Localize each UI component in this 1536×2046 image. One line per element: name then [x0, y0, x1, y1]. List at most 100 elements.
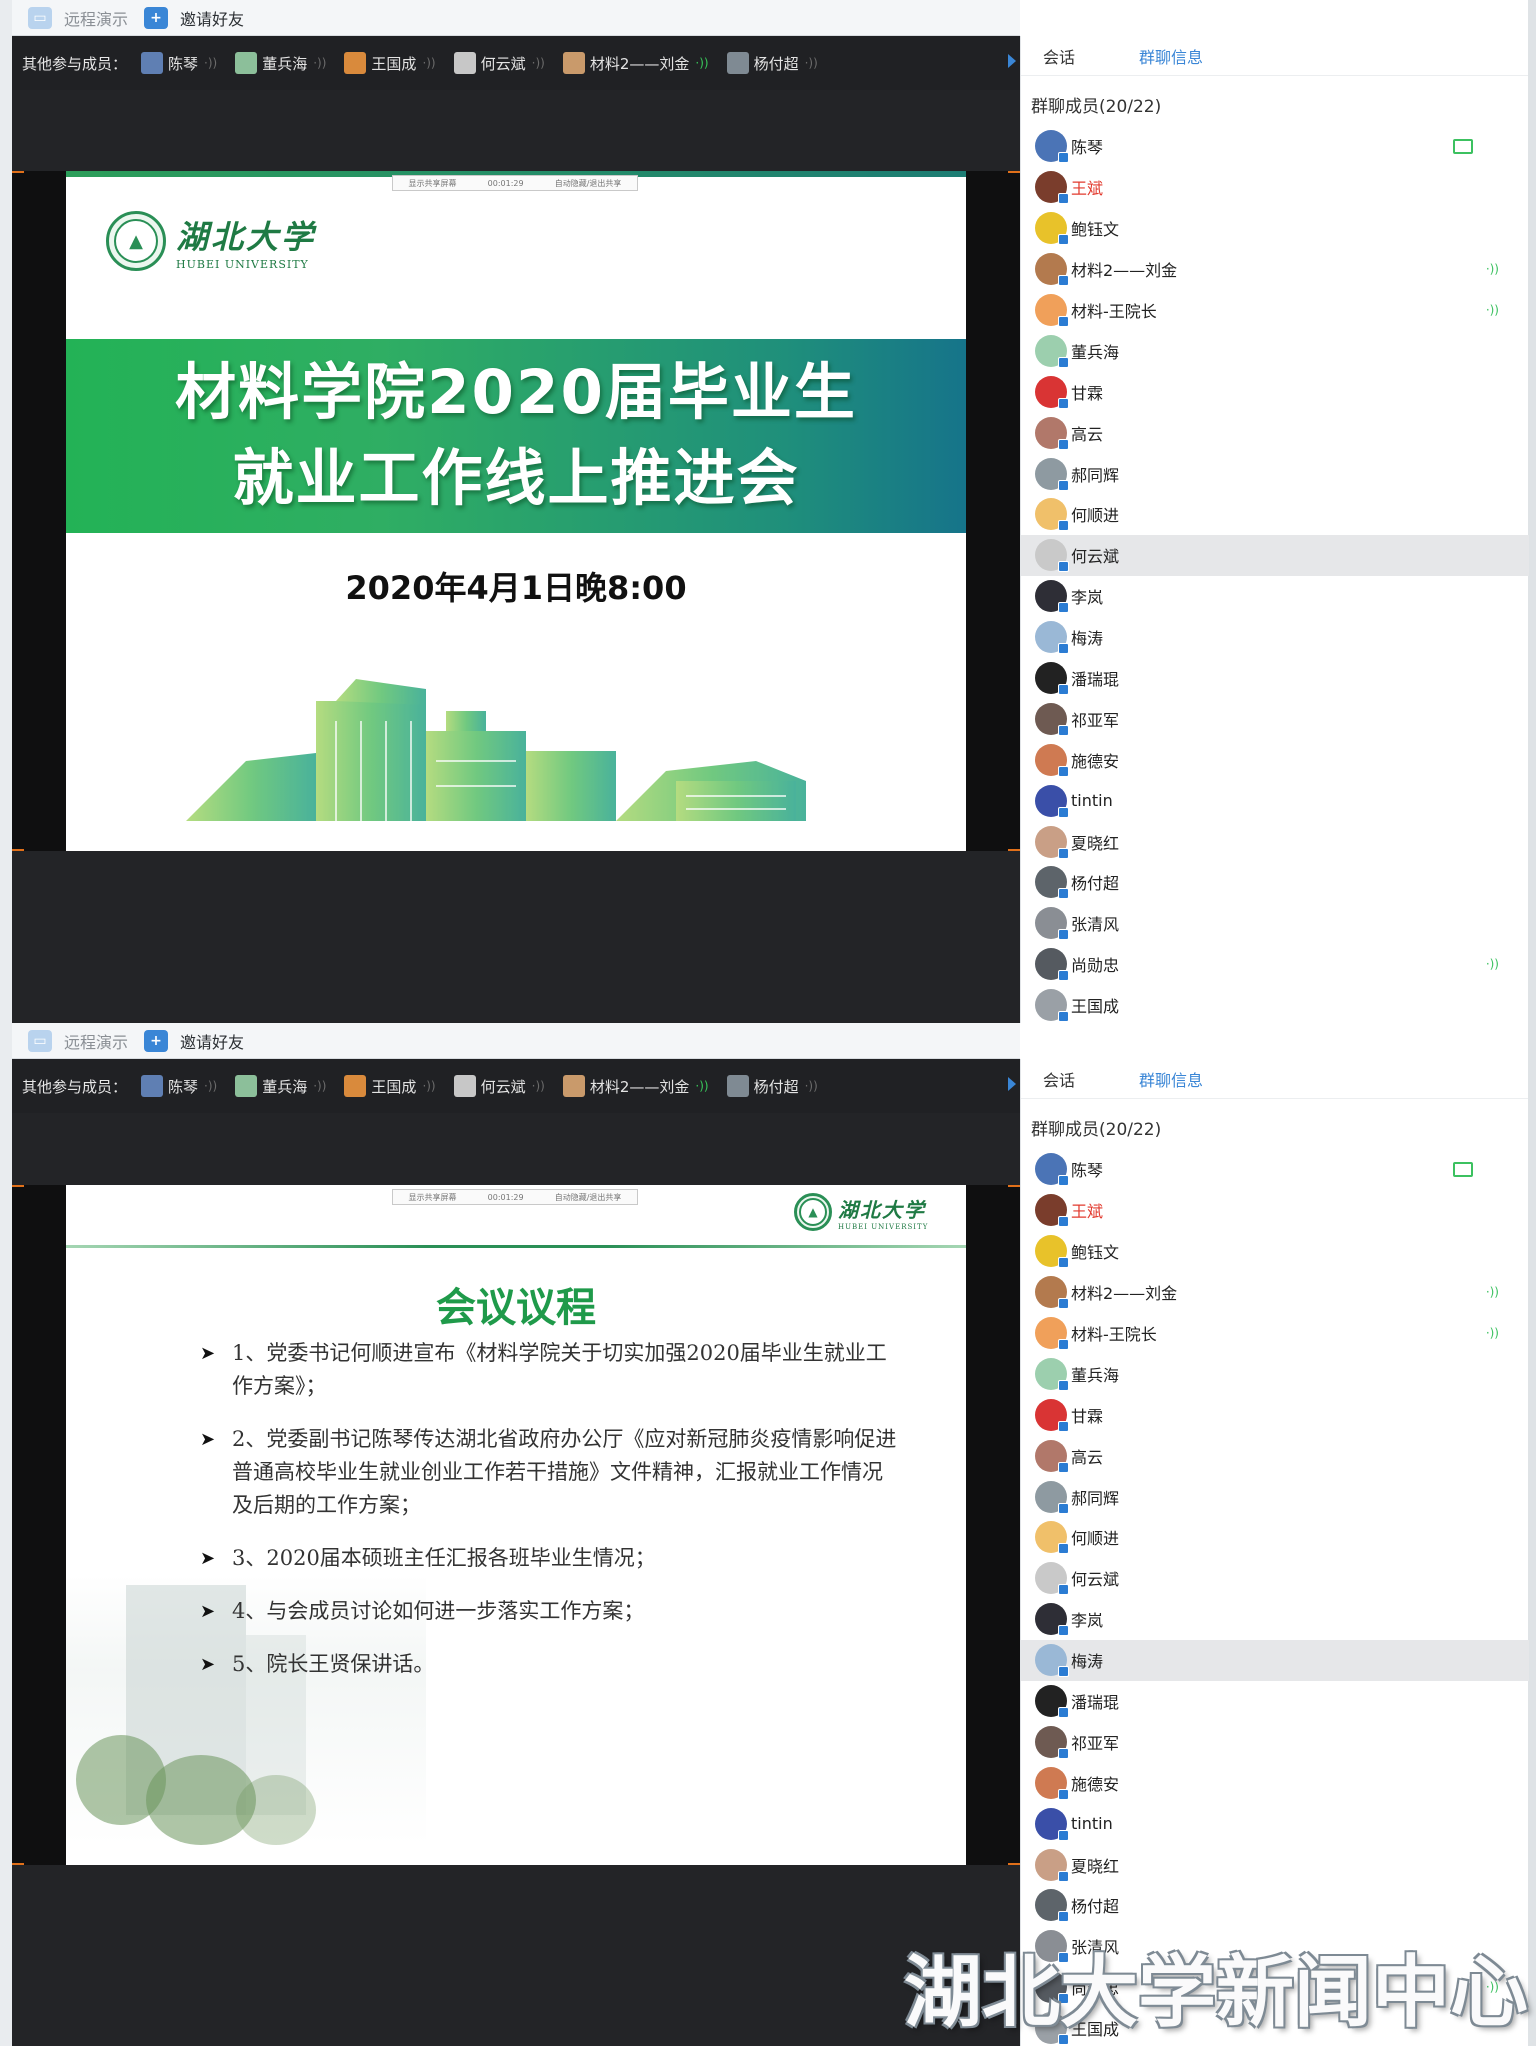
participant-strip-member[interactable]: 材料2——刘金 ·))	[562, 1075, 709, 1097]
member-row[interactable]: 祁亚军	[1021, 1721, 1529, 1762]
member-row[interactable]: 梅涛	[1021, 1639, 1529, 1681]
participant-strip-member[interactable]: 董兵海 ·))	[235, 1075, 326, 1097]
share-control-bar[interactable]: 显示共享屏幕 00:01:29 自动隐藏/退出共享	[392, 1189, 638, 1205]
member-row[interactable]: 王国成	[1021, 985, 1529, 1026]
participant-strip-member[interactable]: 陈琴 ·))	[141, 1075, 217, 1097]
member-row[interactable]: 郝同辉	[1021, 453, 1529, 494]
participant-strip-member[interactable]: 材料2——刘金 ·))	[562, 52, 709, 74]
avatar	[1035, 1889, 1069, 1923]
member-name: 甘霖	[1071, 1406, 1104, 1426]
member-row[interactable]: 祁亚军	[1021, 698, 1529, 739]
member-name: 鲍钰文	[1071, 220, 1120, 240]
member-row[interactable]: 郝同辉	[1021, 1476, 1529, 1517]
participant-strip-member[interactable]: 杨付超 ·))	[726, 1075, 818, 1097]
agenda-item: 1、党委书记何顺进宣布《材料学院关于切实加强2020届毕业生就业工作方案》；	[200, 1337, 900, 1403]
speaker-volume-icon: ·))	[1485, 1285, 1499, 1300]
device-badge-icon	[1058, 1339, 1069, 1350]
left-edge-strip	[0, 0, 12, 2046]
share-control-item[interactable]: 显示共享屏幕	[409, 178, 457, 189]
member-row[interactable]: 董兵海	[1021, 330, 1529, 371]
member-row[interactable]: 鲍钰文	[1021, 208, 1529, 249]
scroll-right-icon[interactable]	[1008, 1077, 1016, 1091]
member-row[interactable]: 鲍钰文	[1021, 1231, 1529, 1272]
member-row[interactable]: tintin	[1021, 1803, 1529, 1844]
participant-strip-member[interactable]: 何云斌 ·))	[453, 52, 545, 74]
member-row[interactable]: 夏晓红	[1021, 821, 1529, 862]
agenda-list: 1、党委书记何顺进宣布《材料学院关于切实加强2020届毕业生就业工作方案》； 2、…	[200, 1337, 900, 1701]
share-control-item[interactable]: 自动隐藏/退出共享	[555, 1192, 622, 1203]
slide-date: 2020年4月1日晚8:00	[345, 569, 687, 607]
member-row[interactable]: 李岚	[1021, 1599, 1529, 1640]
share-control-item[interactable]: 自动隐藏/退出共享	[555, 178, 622, 189]
member-row[interactable]: 施德安	[1021, 1762, 1529, 1803]
avatar	[141, 1075, 164, 1097]
tab-chat[interactable]: 会话	[1043, 1067, 1075, 1091]
member-row[interactable]: 材料-王院长 ·))	[1021, 1313, 1529, 1354]
member-row[interactable]: 潘瑞琨	[1021, 1681, 1529, 1722]
tab-chat[interactable]: 会话	[1043, 44, 1075, 68]
member-row[interactable]: 夏晓红	[1021, 1844, 1529, 1885]
member-row[interactable]: 潘瑞琨	[1021, 658, 1529, 699]
member-row[interactable]: 董兵海	[1021, 1353, 1529, 1394]
avatar	[1035, 253, 1069, 287]
member-row[interactable]: 尚勋忠 ·))	[1021, 944, 1529, 985]
scroll-right-icon[interactable]	[1008, 54, 1016, 68]
member-row[interactable]: 何云斌	[1021, 534, 1529, 576]
member-row[interactable]: 李岚	[1021, 576, 1529, 617]
speaker-volume-icon: ·))	[422, 56, 436, 70]
member-row[interactable]: 陈琴	[1021, 126, 1529, 167]
member-row[interactable]: 甘霖	[1021, 1394, 1529, 1435]
member-row[interactable]: 王斌	[1021, 167, 1529, 208]
member-row[interactable]: 材料2——刘金 ·))	[1021, 249, 1529, 290]
invite-friends-button[interactable]: + 邀请好友	[144, 1023, 244, 1059]
device-badge-icon	[1058, 193, 1069, 205]
monitor-icon: ▭	[28, 6, 52, 29]
tab-group-info[interactable]: 群聊信息	[1139, 44, 1203, 68]
group-members-title: 群聊成员(20/22)	[1031, 1120, 1162, 1140]
remote-demo-label: 远程演示	[64, 9, 129, 29]
member-row[interactable]: 梅涛	[1021, 617, 1529, 658]
member-name: 张清风	[1071, 915, 1120, 935]
slide-title-line-2: 就业工作线上推进会	[232, 443, 800, 514]
member-row[interactable]: 杨付超	[1021, 862, 1529, 903]
participant-strip-member[interactable]: 董兵海 ·))	[235, 52, 326, 74]
member-row[interactable]: 何云斌	[1021, 1558, 1529, 1599]
member-name: 材料2——刘金	[1071, 1284, 1178, 1304]
avatar	[1035, 1398, 1069, 1432]
share-control-bar[interactable]: 显示共享屏幕 00:01:29 自动隐藏/退出共享	[392, 175, 638, 191]
avatar	[344, 52, 367, 74]
member-row[interactable]: 何顺进	[1021, 1517, 1529, 1558]
member-name: 何云斌	[1071, 547, 1120, 567]
member-row[interactable]: 高云	[1021, 412, 1529, 453]
share-control-item[interactable]: 显示共享屏幕	[409, 1192, 457, 1203]
title-banner: 材料学院2020届毕业生 就业工作线上推进会	[66, 339, 966, 533]
device-badge-icon	[1058, 888, 1069, 900]
member-row[interactable]: 陈琴	[1021, 1149, 1529, 1190]
tab-group-info[interactable]: 群聊信息	[1139, 1067, 1203, 1091]
member-row[interactable]: tintin	[1021, 780, 1529, 821]
participant-strip-member[interactable]: 王国成 ·))	[344, 1075, 436, 1097]
member-row[interactable]: 施德安	[1021, 739, 1529, 780]
meeting-window-1: ▭ 远程演示 + 邀请好友 其他参与成员： 陈琴 ·)) 董兵海 ·)) 王国成 ·)) 何…	[12, 0, 1529, 1026]
member-row[interactable]: 高云	[1021, 1435, 1529, 1476]
member-row[interactable]: 何顺进	[1021, 494, 1529, 535]
participant-strip-member[interactable]: 何云斌 ·))	[453, 1075, 545, 1097]
member-row[interactable]: 王斌	[1021, 1190, 1529, 1231]
member-row[interactable]: 材料2——刘金 ·))	[1021, 1272, 1529, 1313]
member-row[interactable]: 杨付超	[1021, 1885, 1529, 1926]
member-name: 施德安	[1071, 751, 1120, 771]
participant-name: 何云斌	[480, 54, 526, 73]
remote-demo-button[interactable]: ▭ 远程演示	[28, 0, 128, 36]
speaker-volume-icon: ·))	[804, 56, 818, 70]
participant-strip-member[interactable]: 陈琴 ·))	[141, 52, 217, 74]
remote-demo-button[interactable]: ▭ 远程演示	[28, 1023, 128, 1059]
speaker-volume-icon: ·))	[1485, 303, 1499, 317]
device-badge-icon	[1058, 275, 1069, 287]
member-row[interactable]: 材料-王院长 ·))	[1021, 290, 1529, 331]
invite-friends-button[interactable]: + 邀请好友	[144, 0, 244, 36]
device-badge-icon	[1058, 1625, 1069, 1637]
participant-strip-member[interactable]: 王国成 ·))	[344, 52, 436, 74]
member-row[interactable]: 张清风	[1021, 903, 1529, 944]
member-row[interactable]: 甘霖	[1021, 371, 1529, 412]
participant-strip-member[interactable]: 杨付超 ·))	[726, 52, 818, 74]
